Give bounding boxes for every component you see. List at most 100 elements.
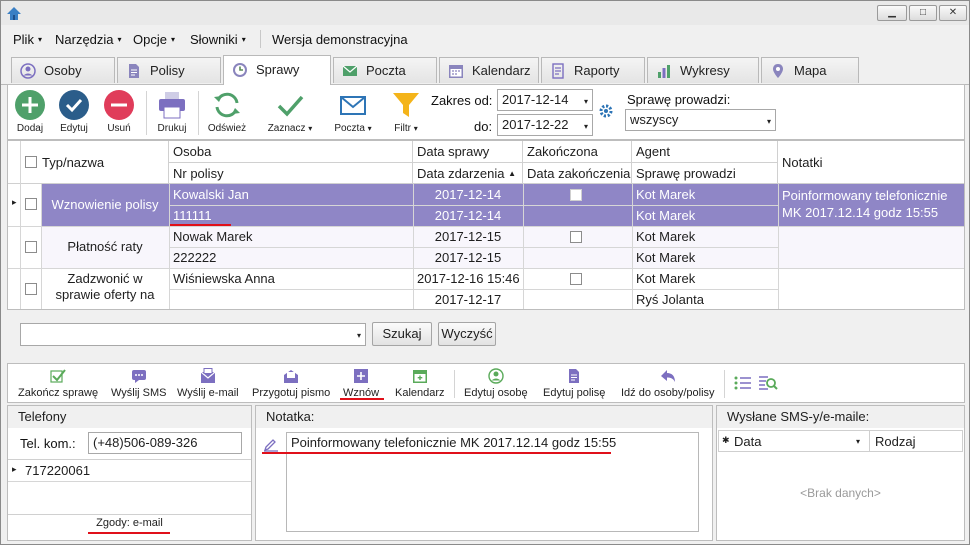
menu-plik[interactable]: Plik ▾ [13,32,42,47]
header-policy[interactable]: Nr polisy [169,163,413,184]
menu-slowniki[interactable]: Słowniki ▾ [190,32,246,47]
filter-button[interactable]: Filtr ▾ [386,89,426,134]
header-notes[interactable]: Notatki [778,141,964,184]
row-checkbox[interactable] [25,241,37,253]
tab-wykresy[interactable]: Wykresy [647,57,759,83]
header-handler[interactable]: Sprawę prowadzi [632,163,778,184]
grid-line [169,289,778,290]
header-event-date[interactable]: Data zdarzenia ▲ [413,163,523,184]
header-person[interactable]: Osoba [169,141,413,163]
table-row[interactable]: Zadzwonić w sprawie oferty na [41,269,169,309]
row-agent[interactable]: Kot Marek [632,226,778,247]
row-handler[interactable]: Kot Marek [632,205,778,226]
row-done-checkbox[interactable] [570,189,582,201]
mark-button[interactable]: Zaznacz ▾ [264,89,316,134]
mail-icon [342,65,358,76]
clear-button[interactable]: Wyczyść [438,322,496,346]
row-agent[interactable]: Kot Marek [632,184,778,205]
close-button[interactable]: ✕ [939,5,967,21]
plus-icon [15,90,45,120]
row-done-checkbox[interactable] [570,231,582,243]
add-button[interactable]: Dodaj [12,89,48,134]
mobile-input[interactable]: (+48)506-089-326 [88,432,242,454]
cases-grid: Typ/nazwa Osoba Nr polisy Data sprawy Da… [7,140,965,310]
tab-osoby[interactable]: Osoby [11,57,115,83]
header-type[interactable]: Rodzaj [875,434,915,449]
edit-person-button[interactable]: Edytuj osobę [464,368,528,399]
refresh-button[interactable]: Odśwież [206,89,248,134]
resume-button[interactable]: Wznów [343,368,379,399]
row-event-date[interactable]: 2017-12-14 [413,205,523,226]
send-sms-button[interactable]: Wyślij SMS [111,368,167,399]
list-view-icon[interactable] [734,375,752,391]
minimize-button[interactable]: ▁ [877,5,907,21]
row-checkbox[interactable] [25,198,37,210]
row-policy[interactable]: 111111 [169,205,413,226]
note-panel: Notatka: Poinformowany telefonicznie MK … [255,405,713,541]
grid-line [778,184,779,309]
tab-polisy[interactable]: Polisy [117,57,221,83]
row-case-date[interactable]: 2017-12-16 15:46 [413,268,523,289]
tab-raporty[interactable]: Raporty [541,57,645,83]
row-indicator-icon: ▸ [12,197,17,207]
grid-line [41,184,42,309]
header-date[interactable]: Data [734,434,761,449]
send-email-button[interactable]: Wyślij e-mail [177,368,239,399]
edit-policy-button[interactable]: Edytuj polisę [543,368,605,399]
table-row[interactable]: Wznowienie polisy [41,184,169,226]
handler-select[interactable]: wszyscy ▾ [625,109,776,131]
range-to-input[interactable]: 2017-12-22 ▾ [497,114,593,136]
calendar-icon [449,65,463,78]
header-case-date[interactable]: Data sprawy [413,141,523,163]
consents-label: Zgody: e-mail [96,517,163,529]
search-input[interactable]: ▾ [20,323,366,346]
row-note[interactable]: Poinformowany telefonicznie MK 2017.12.1… [778,185,964,223]
go-to-person-policy-button[interactable]: Idź do osoby/polisy [621,368,715,399]
row-case-date[interactable]: 2017-12-15 [413,226,523,247]
row-event-date[interactable]: 2017-12-15 [413,247,523,268]
print-button[interactable]: Drukuj [154,89,190,134]
edit-button[interactable]: Edytuj [54,89,94,134]
chevron-down-icon: ▾ [37,35,42,44]
row-handler[interactable]: Kot Marek [632,247,778,268]
menu-opcje[interactable]: Opcje ▾ [133,32,175,47]
row-policy[interactable]: 222222 [169,247,413,268]
tab-mapa[interactable]: Mapa [761,57,859,83]
note-textarea[interactable]: Poinformowany telefonicznie MK 2017.12.1… [286,432,699,532]
row-done-checkbox[interactable] [570,273,582,285]
header-done-date[interactable]: Data zakończenia [523,163,632,184]
range-from-input[interactable]: 2017-12-14 ▾ [497,89,593,111]
tab-sprawy[interactable]: Sprawy [223,55,331,85]
menu-narzedzia[interactable]: Narzędzia ▾ [55,32,122,47]
row-agent[interactable]: Kot Marek [632,268,778,289]
row-person[interactable]: Nowak Marek [169,226,413,247]
mail-button[interactable]: Poczta ▾ [330,89,376,134]
calendar-button[interactable]: Kalendarz [395,368,445,399]
prepare-letter-button[interactable]: Przygotuj pismo [252,368,330,399]
tab-poczta[interactable]: Poczta [333,57,437,83]
row-person[interactable]: Wiśniewska Anna [169,268,413,289]
chevron-down-icon[interactable]: ▾ [856,437,860,446]
delete-button[interactable]: Usuń [102,89,136,134]
edit-pencil-icon[interactable] [263,436,279,452]
row-checkbox[interactable] [25,283,37,295]
row-handler[interactable]: Ryś Jolanta [632,289,778,309]
table-row[interactable]: Płatność raty [41,226,169,268]
bar-chart-icon [658,65,670,78]
header-done[interactable]: Zakończona [523,141,632,163]
search-button[interactable]: Szukaj [372,322,432,346]
header-agent[interactable]: Agent [632,141,778,163]
phones-title: Telefony [8,406,251,428]
end-case-button[interactable]: Zakończ sprawę [18,368,98,399]
minimize-icon: ▁ [888,7,896,18]
row-person[interactable]: Kowalski Jan [169,184,413,205]
search-list-icon[interactable] [758,374,778,392]
list-item[interactable]: ▸ 717220061 [8,460,251,482]
row-event-date[interactable]: 2017-12-17 [413,289,523,309]
select-all-checkbox[interactable] [25,156,37,168]
tab-kalendarz[interactable]: Kalendarz [439,57,539,83]
empty-state: <Brak danych> [800,486,881,500]
gear-icon[interactable] [598,103,614,119]
row-case-date[interactable]: 2017-12-14 [413,184,523,205]
maximize-button[interactable]: □ [909,5,937,21]
